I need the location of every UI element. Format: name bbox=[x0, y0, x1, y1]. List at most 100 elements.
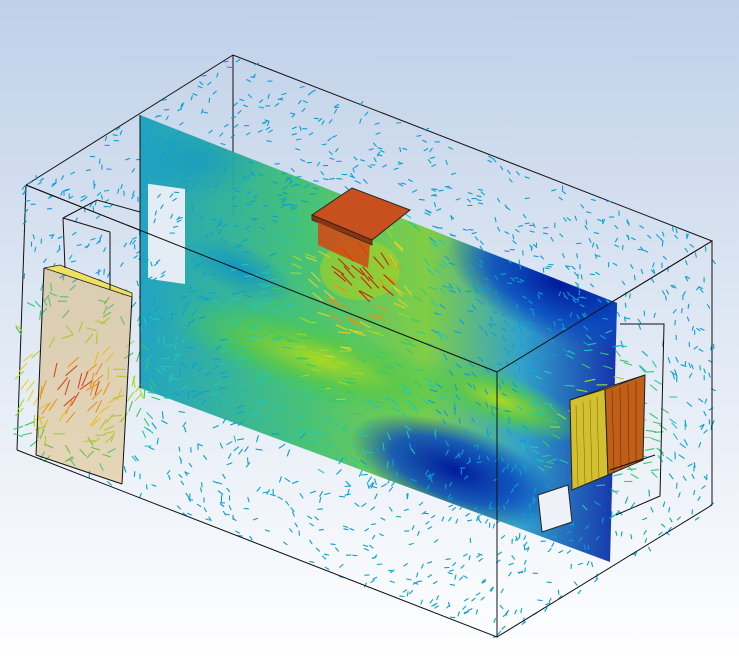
velocity-vector bbox=[573, 581, 578, 586]
velocity-vector bbox=[465, 290, 472, 293]
velocity-vector bbox=[292, 511, 295, 517]
velocity-vector bbox=[594, 578, 599, 583]
velocity-vector bbox=[656, 447, 664, 454]
velocity-vector bbox=[511, 555, 515, 560]
velocity-vector bbox=[256, 400, 266, 403]
velocity-vector bbox=[650, 469, 660, 471]
velocity-vector bbox=[117, 188, 120, 194]
velocity-vector bbox=[379, 533, 384, 537]
velocity-vector bbox=[161, 420, 168, 425]
velocity-vector bbox=[247, 94, 252, 99]
velocity-vector bbox=[508, 571, 512, 577]
velocity-vector bbox=[127, 391, 134, 402]
velocity-vector bbox=[643, 529, 647, 535]
velocity-vector bbox=[291, 133, 297, 136]
velocity-vector bbox=[432, 580, 438, 585]
velocity-vector bbox=[288, 528, 293, 533]
velocity-vector bbox=[188, 462, 193, 468]
velocity-vector bbox=[272, 300, 283, 303]
velocity-vector bbox=[319, 490, 324, 497]
velocity-vector bbox=[335, 547, 339, 552]
velocity-vector bbox=[315, 547, 320, 552]
velocity-vector bbox=[463, 553, 468, 557]
velocity-vector bbox=[460, 564, 465, 569]
velocity-vector bbox=[155, 115, 161, 118]
velocity-vector bbox=[711, 420, 715, 425]
velocity-vector bbox=[558, 550, 564, 554]
velocity-vector bbox=[522, 214, 527, 219]
velocity-vector bbox=[212, 480, 218, 484]
velocity-vector bbox=[309, 561, 315, 563]
velocity-vector bbox=[31, 349, 42, 359]
velocity-vector bbox=[457, 611, 460, 617]
velocity-vector bbox=[363, 547, 369, 551]
velocity-vector bbox=[590, 198, 597, 202]
velocity-vector bbox=[24, 199, 31, 202]
velocity-vector bbox=[516, 280, 523, 283]
velocity-vector bbox=[686, 401, 693, 407]
velocity-vector bbox=[682, 475, 687, 481]
velocity-vector bbox=[411, 189, 418, 193]
velocity-vector bbox=[574, 215, 577, 221]
velocity-vector bbox=[524, 176, 530, 179]
velocity-vector bbox=[693, 489, 696, 496]
velocity-vector bbox=[683, 439, 688, 446]
velocity-vector bbox=[596, 218, 602, 222]
velocity-vector bbox=[580, 204, 585, 209]
velocity-vector bbox=[479, 240, 484, 245]
velocity-vector bbox=[177, 108, 183, 112]
velocity-vector bbox=[233, 435, 237, 443]
velocity-vector bbox=[143, 388, 146, 399]
velocity-vector bbox=[409, 590, 414, 595]
velocity-vector bbox=[623, 362, 633, 366]
velocity-vector bbox=[639, 225, 644, 229]
velocity-vector bbox=[186, 512, 192, 516]
velocity-vector bbox=[376, 563, 383, 566]
velocity-vector bbox=[207, 81, 212, 86]
velocity-vector bbox=[143, 418, 150, 427]
velocity-vector bbox=[591, 242, 595, 248]
velocity-vector bbox=[361, 502, 367, 507]
velocity-vector bbox=[328, 119, 333, 124]
velocity-vector bbox=[504, 231, 510, 235]
velocity-vector bbox=[650, 506, 654, 513]
velocity-vector bbox=[289, 112, 296, 115]
velocity-vector bbox=[64, 188, 71, 191]
velocity-vector bbox=[265, 126, 271, 131]
velocity-vector bbox=[610, 490, 620, 493]
velocity-vector bbox=[393, 167, 399, 170]
velocity-vector bbox=[649, 412, 658, 420]
velocity-vector bbox=[551, 542, 555, 547]
velocity-vector bbox=[613, 376, 625, 380]
velocity-vector bbox=[26, 302, 35, 307]
velocity-vector bbox=[354, 180, 361, 184]
velocity-vector bbox=[516, 303, 519, 309]
velocity-vector bbox=[523, 541, 528, 547]
velocity-vector bbox=[523, 559, 527, 565]
velocity-vector bbox=[27, 389, 34, 402]
velocity-vector bbox=[699, 288, 704, 293]
velocity-vector bbox=[543, 226, 549, 229]
velocity-vector bbox=[699, 327, 705, 331]
velocity-vector bbox=[506, 169, 511, 175]
velocity-vector bbox=[577, 562, 583, 566]
velocity-vector bbox=[20, 379, 29, 390]
velocity-vector bbox=[681, 307, 683, 314]
velocity-vector bbox=[449, 583, 456, 586]
velocity-vector bbox=[664, 295, 667, 301]
velocity-vector bbox=[284, 270, 295, 272]
velocity-vector bbox=[482, 288, 488, 291]
velocity-vector bbox=[577, 589, 582, 595]
velocity-vector bbox=[519, 263, 522, 270]
velocity-vector bbox=[615, 349, 621, 357]
velocity-vector bbox=[264, 529, 270, 532]
velocity-vector bbox=[648, 489, 651, 497]
velocity-vector bbox=[532, 222, 536, 228]
velocity-vector bbox=[269, 493, 276, 497]
velocity-vector bbox=[685, 260, 688, 266]
velocity-vector bbox=[397, 182, 404, 187]
velocity-vector bbox=[418, 501, 424, 506]
velocity-vector bbox=[695, 286, 700, 291]
velocity-vector bbox=[299, 125, 302, 131]
velocity-vector bbox=[165, 115, 169, 121]
